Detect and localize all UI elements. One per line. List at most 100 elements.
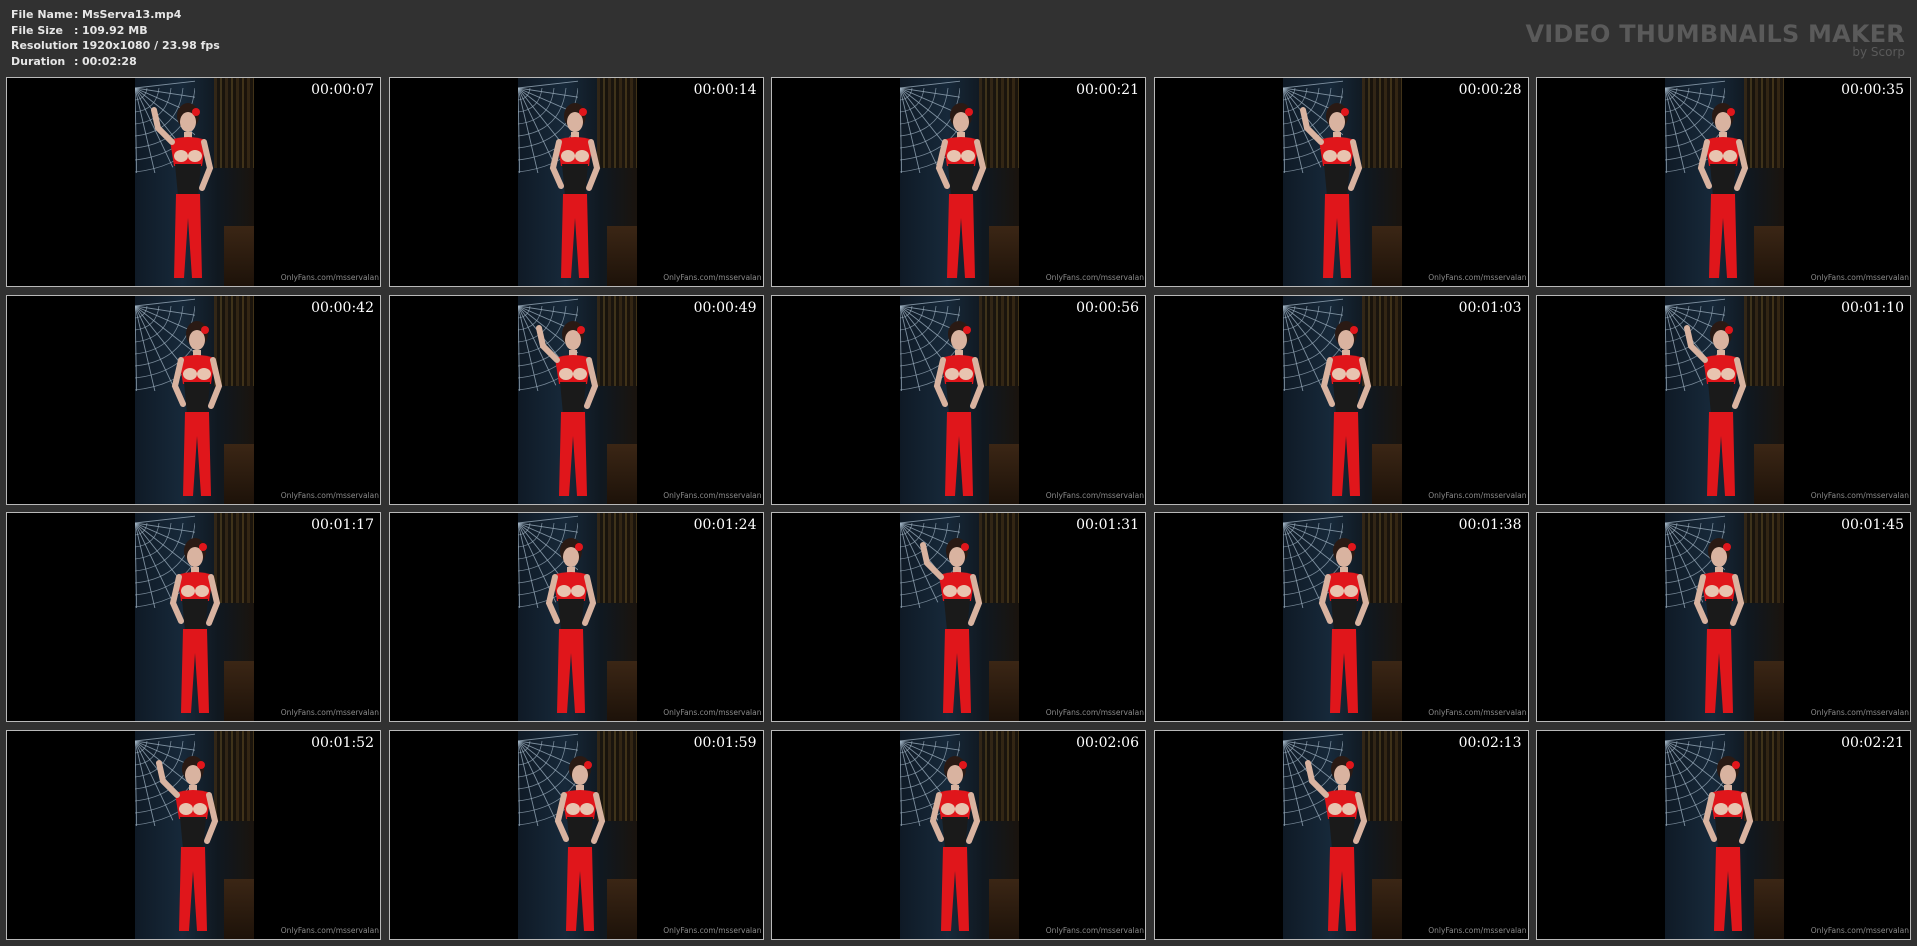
thumbnail-sheet: File Name : MsServa13.mp4 File Size : 10… <box>0 0 1917 946</box>
frame-watermark: OnlyFans.com/msservalan <box>663 490 762 500</box>
frame-watermark: OnlyFans.com/msservalan <box>1045 273 1144 282</box>
info-label: File Name <box>11 8 73 21</box>
frame-image <box>1282 78 1402 286</box>
frame-watermark: OnlyFans.com/msservalan <box>1428 925 1527 935</box>
info-row-resolution: Resolution : 1920x1080 / 23.98 fps <box>11 38 220 54</box>
info-row-duration: Duration : 00:02:28 <box>11 54 220 70</box>
frame-image <box>1282 730 1402 939</box>
frame-timestamp: 00:01:59 <box>693 734 757 751</box>
frame-timestamp: 00:00:28 <box>1458 82 1522 98</box>
thumbnail-frame: 00:00:42 OnlyFans.com/msservalan <box>6 294 381 505</box>
info-value: 109.92 MB <box>82 23 148 37</box>
thumbnail-frame: 00:01:03 OnlyFans.com/msservalan <box>1153 294 1529 505</box>
thumbnail-frame: 00:00:07 OnlyFans.com/msservalan <box>6 77 381 287</box>
thumbnail-frame: 00:00:49 OnlyFans.com/msservalan <box>388 294 764 505</box>
frame-image <box>1665 295 1784 504</box>
frame-image <box>135 730 254 939</box>
frame-timestamp: 00:00:07 <box>311 82 374 98</box>
thumbnail-frame: 00:01:52 OnlyFans.com/msservalan <box>6 729 381 940</box>
frame-timestamp: 00:01:45 <box>1841 517 1904 533</box>
frame-watermark: OnlyFans.com/msservalan <box>663 708 762 717</box>
frame-timestamp: 00:02:13 <box>1458 734 1522 751</box>
frame-timestamp: 00:01:24 <box>693 517 757 533</box>
frame-image <box>900 295 1019 504</box>
thumbnail-frame: 00:00:28 OnlyFans.com/msservalan <box>1153 77 1529 287</box>
brand-logo: VIDEO THUMBNAILS MAKER by Scorp <box>1525 20 1905 58</box>
frame-image <box>135 295 254 504</box>
frame-image <box>517 78 637 286</box>
frame-watermark: OnlyFans.com/msservalan <box>280 273 379 282</box>
frame-timestamp: 00:00:21 <box>1076 82 1139 98</box>
frame-timestamp: 00:01:03 <box>1458 299 1522 316</box>
thumbnail-frame: 00:01:45 OnlyFans.com/msservalan <box>1536 512 1911 722</box>
info-label: Resolution <box>11 39 78 52</box>
frame-watermark: OnlyFans.com/msservalan <box>280 490 379 500</box>
thumbnail-frame: 00:00:14 OnlyFans.com/msservalan <box>388 77 764 287</box>
frame-watermark: OnlyFans.com/msservalan <box>1810 925 1909 935</box>
info-label: Duration <box>11 54 66 68</box>
frame-image <box>900 730 1019 939</box>
frame-image <box>135 78 254 286</box>
frame-watermark: OnlyFans.com/msservalan <box>1045 925 1144 935</box>
frame-watermark: OnlyFans.com/msservalan <box>1810 708 1909 717</box>
frame-watermark: OnlyFans.com/msservalan <box>280 925 379 935</box>
frame-timestamp: 00:00:35 <box>1841 82 1904 98</box>
thumbnail-frame: 00:00:56 OnlyFans.com/msservalan <box>771 294 1146 505</box>
thumbnail-frame: 00:01:10 OnlyFans.com/msservalan <box>1536 294 1911 505</box>
frame-timestamp: 00:01:52 <box>311 734 374 751</box>
thumbnail-frame: 00:01:38 OnlyFans.com/msservalan <box>1153 512 1529 722</box>
frame-watermark: OnlyFans.com/msservalan <box>1045 708 1144 717</box>
frame-image <box>1282 513 1402 721</box>
frame-image <box>517 295 637 504</box>
frame-image <box>517 513 637 721</box>
frame-image <box>1665 513 1784 721</box>
info-value: 1920x1080 / 23.98 fps <box>82 39 220 52</box>
thumbnail-frame: 00:01:24 OnlyFans.com/msservalan <box>388 512 764 722</box>
thumbnail-frame: 00:01:31 OnlyFans.com/msservalan <box>771 512 1146 722</box>
info-row-file-name: File Name : MsServa13.mp4 <box>11 7 220 23</box>
file-info-panel: File Name : MsServa13.mp4 File Size : 10… <box>11 7 220 69</box>
thumbnail-frame: 00:01:59 OnlyFans.com/msservalan <box>388 729 764 940</box>
thumbnail-frame: 00:01:17 OnlyFans.com/msservalan <box>6 512 381 722</box>
thumbnail-frame: 00:02:21 OnlyFans.com/msservalan <box>1536 729 1911 940</box>
info-separator: : <box>74 23 79 37</box>
frame-watermark: OnlyFans.com/msservalan <box>1810 273 1909 282</box>
frame-timestamp: 00:01:31 <box>1076 517 1139 533</box>
brand-title: VIDEO THUMBNAILS MAKER <box>1525 20 1905 48</box>
frame-watermark: OnlyFans.com/msservalan <box>1810 490 1909 500</box>
frame-watermark: OnlyFans.com/msservalan <box>280 708 379 717</box>
frame-timestamp: 00:01:38 <box>1458 517 1522 533</box>
info-separator: : <box>74 54 79 68</box>
frame-timestamp: 00:01:10 <box>1841 299 1904 316</box>
frame-image <box>135 513 254 721</box>
thumbnail-frame: 00:02:06 OnlyFans.com/msservalan <box>771 729 1146 940</box>
frame-watermark: OnlyFans.com/msservalan <box>663 925 762 935</box>
frame-timestamp: 00:01:17 <box>311 517 374 533</box>
frame-timestamp: 00:02:06 <box>1076 734 1139 751</box>
thumbnail-frame: 00:00:35 OnlyFans.com/msservalan <box>1536 77 1911 287</box>
frame-watermark: OnlyFans.com/msservalan <box>1045 490 1144 500</box>
info-label: File Size <box>11 23 63 37</box>
frame-watermark: OnlyFans.com/msservalan <box>1428 273 1527 282</box>
thumbnail-grid: 00:00:07 OnlyFans.com/msservalan 00:00:14 O… <box>6 77 1911 941</box>
frame-watermark: OnlyFans.com/msservalan <box>1428 490 1527 500</box>
thumbnail-frame: 00:00:21 OnlyFans.com/msservalan <box>771 77 1146 287</box>
frame-image <box>1665 730 1784 939</box>
info-value: MsServa13.mp4 <box>82 8 182 21</box>
frame-image <box>1665 78 1784 286</box>
frame-timestamp: 00:00:42 <box>311 299 374 316</box>
frame-watermark: OnlyFans.com/msservalan <box>663 273 762 282</box>
info-separator: : <box>74 8 79 21</box>
thumbnail-frame: 00:02:13 OnlyFans.com/msservalan <box>1153 729 1529 940</box>
frame-watermark: OnlyFans.com/msservalan <box>1428 708 1527 717</box>
frame-timestamp: 00:00:14 <box>693 82 757 98</box>
info-value: 00:02:28 <box>82 54 137 68</box>
info-separator: : <box>74 39 79 52</box>
frame-image <box>900 513 1019 721</box>
info-row-file-size: File Size : 109.92 MB <box>11 23 220 39</box>
frame-timestamp: 00:00:56 <box>1076 299 1139 316</box>
frame-image <box>1282 295 1402 504</box>
frame-timestamp: 00:00:49 <box>693 299 757 316</box>
frame-timestamp: 00:02:21 <box>1841 734 1904 751</box>
frame-image <box>517 730 637 939</box>
